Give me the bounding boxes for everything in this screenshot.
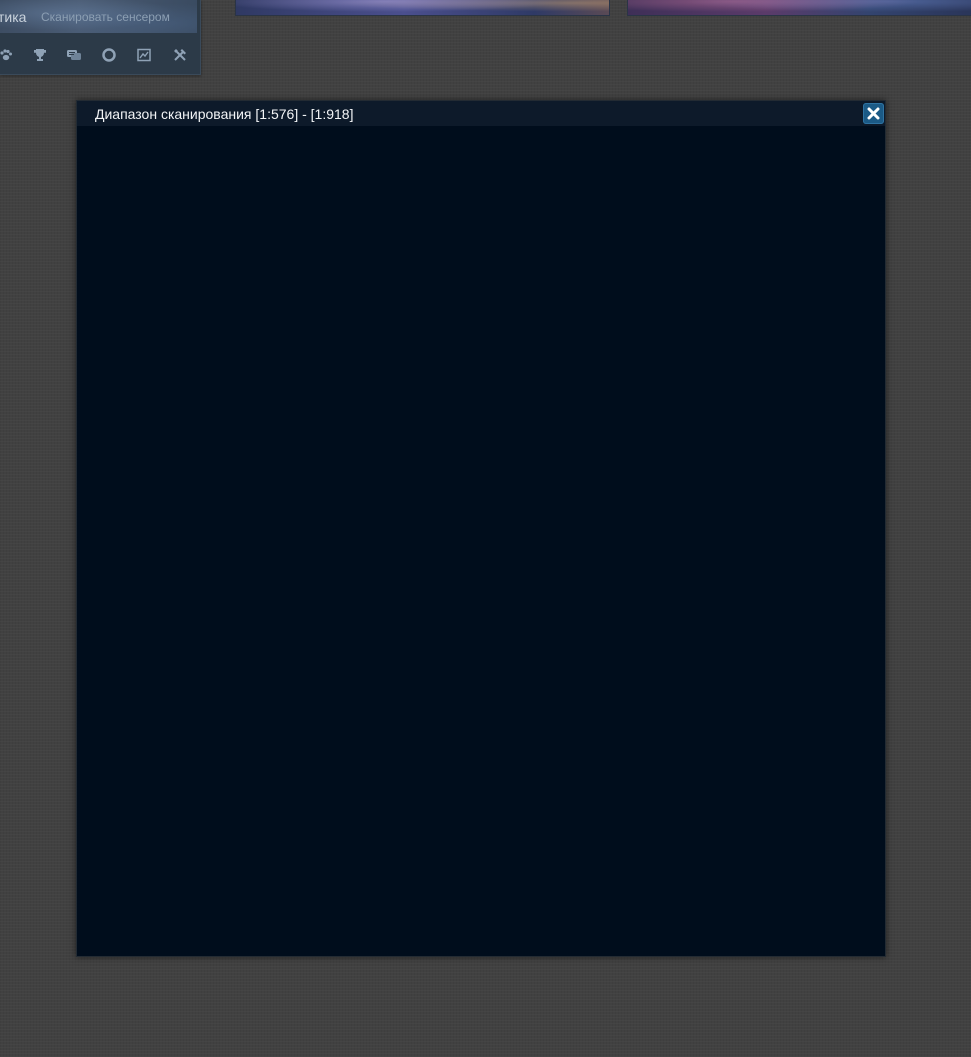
chat-icon[interactable] bbox=[65, 48, 83, 66]
left-panel-icon-row bbox=[0, 48, 200, 68]
scan-with-sensor-link[interactable]: Сканировать сенсером bbox=[41, 10, 170, 24]
nebula-banner bbox=[627, 0, 971, 16]
tab-statistics[interactable]: тика bbox=[0, 9, 26, 25]
paw-icon[interactable] bbox=[0, 48, 15, 66]
map-icon[interactable] bbox=[135, 48, 153, 66]
lifebuoy-icon[interactable] bbox=[100, 48, 118, 66]
trophy-icon[interactable] bbox=[31, 48, 49, 66]
tools-icon[interactable] bbox=[171, 48, 189, 66]
left-panel: тика Сканировать сенсером bbox=[0, 0, 201, 75]
scan-range-dialog: Диапазон сканирования [1:576] - [1:918] bbox=[76, 100, 886, 957]
close-button[interactable] bbox=[863, 103, 884, 124]
close-icon bbox=[867, 107, 880, 120]
dialog-title: Диапазон сканирования [1:576] - [1:918] bbox=[95, 106, 354, 122]
dialog-body bbox=[77, 126, 885, 956]
galaxy-banner bbox=[235, 0, 610, 16]
dialog-header[interactable]: Диапазон сканирования [1:576] - [1:918] bbox=[77, 101, 885, 127]
